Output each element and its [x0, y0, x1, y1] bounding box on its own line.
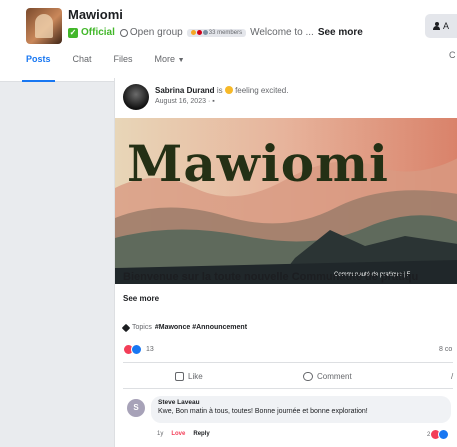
post-headline: Bienvenue sur la toute nouvelle Communau…	[123, 271, 419, 283]
comment-actions: 1y Love Reply	[157, 431, 210, 437]
divider	[123, 362, 453, 363]
verified-check-icon: ✓	[68, 27, 78, 38]
comment-label: Comment	[317, 372, 352, 381]
globe-icon	[119, 28, 128, 37]
group-header: Mawiomi ✓ Official Open group 33 members…	[0, 0, 457, 82]
feeling-text: feeling excited.	[235, 86, 289, 95]
like-reaction-icon	[131, 344, 142, 355]
privacy-label: Open group	[129, 27, 183, 38]
comment-section: S Steve Laveau Kwe, Bon matin à tous, to…	[115, 391, 457, 447]
comment-love-button[interactable]: Love	[171, 431, 185, 437]
post-author-name[interactable]: Sabrina Durand	[155, 86, 215, 95]
add-button-label: A	[443, 21, 450, 31]
group-name[interactable]: Mawiomi	[68, 7, 123, 22]
share-button[interactable]: /	[451, 372, 453, 381]
members-count: 33 members	[208, 29, 243, 36]
official-badge: ✓ Official	[68, 27, 115, 38]
author-avatar[interactable]	[123, 84, 149, 110]
tab-more-label: More	[154, 54, 176, 64]
header-see-more-link[interactable]: See more	[318, 27, 363, 38]
smiley-icon	[224, 86, 233, 94]
avatar-figure	[35, 14, 53, 38]
comment-reactions[interactable]: 2	[427, 429, 450, 440]
reaction-summary[interactable]: 13	[123, 344, 154, 355]
member-avatar-dot	[190, 30, 196, 35]
share-label-fragment: /	[451, 372, 454, 381]
group-meta: ✓ Official Open group 33 members Welcome…	[68, 27, 363, 38]
member-avatar-dot	[196, 30, 202, 35]
comment-time[interactable]: 1y	[157, 431, 163, 437]
topics-tags[interactable]: #Mawonce #Announcement	[155, 324, 247, 331]
caret-down-icon: ▼	[177, 57, 185, 64]
post-card: Sabrina Durand is feeling excited. Augus…	[114, 78, 457, 447]
topics-label: Topics	[132, 324, 152, 331]
pin-icon	[121, 323, 131, 332]
members-badge[interactable]: 33 members	[186, 28, 247, 37]
like-button[interactable]: Like	[175, 372, 203, 381]
tab-chat[interactable]: Chat	[73, 50, 92, 72]
post-date[interactable]: August 16, 2023	[155, 98, 206, 105]
tab-more[interactable]: More ▼	[155, 50, 185, 72]
tabs-right-fragment[interactable]: C	[449, 50, 456, 60]
group-avatar[interactable]	[26, 8, 62, 44]
comment-button[interactable]: Comment	[303, 372, 352, 381]
post-see-more-link[interactable]: See more	[123, 294, 159, 303]
comment-text: Kwe, Bon matin à tous, toutes! Bonne jou…	[158, 408, 368, 415]
audience-icon: ▪	[212, 98, 215, 105]
feeling-prefix: is	[216, 86, 223, 95]
group-tabs: Posts Chat Files More ▼	[22, 50, 207, 82]
like-label: Like	[188, 372, 203, 381]
banner-title: Mawiomi	[127, 134, 390, 193]
member-avatar-dot	[202, 30, 208, 35]
post-date-line: August 16, 2023 · ▪	[155, 98, 215, 105]
welcome-text: Welcome to ...	[250, 27, 314, 38]
official-label: Official	[81, 27, 115, 38]
tab-files[interactable]: Files	[114, 50, 133, 72]
comment-reply-button[interactable]: Reply	[193, 431, 209, 437]
comment-bubble: Steve Laveau Kwe, Bon matin à tous, tout…	[151, 396, 451, 423]
divider	[123, 388, 453, 389]
reaction-count: 13	[146, 346, 154, 353]
add-user-icon	[433, 22, 440, 30]
like-reaction-icon	[438, 429, 450, 440]
post-author-line: Sabrina Durand is feeling excited.	[155, 86, 288, 95]
comment-count[interactable]: 8 co	[439, 346, 452, 353]
comment-bubble-icon	[303, 372, 313, 381]
thumbs-up-icon	[175, 372, 184, 381]
post-topics: Topics #Mawonce #Announcement	[121, 323, 247, 332]
post-banner-image[interactable]: Mawiomi Communauté de pratique | F	[115, 118, 457, 284]
commenter-name[interactable]: Steve Laveau	[158, 399, 444, 406]
commenter-avatar[interactable]: S	[127, 399, 145, 417]
add-member-button[interactable]: A	[425, 14, 457, 38]
tab-posts[interactable]: Posts	[22, 50, 54, 82]
